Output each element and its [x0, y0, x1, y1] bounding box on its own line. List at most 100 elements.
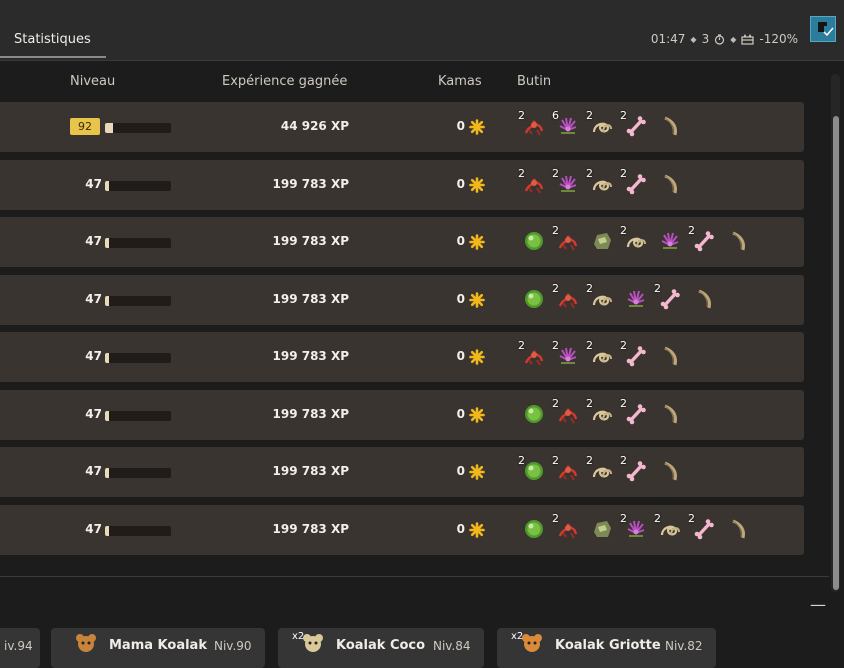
scrollbar-thumb[interactable] [833, 116, 839, 590]
result-row[interactable]: 47 199 783 XP 0 2 2 2 [0, 389, 804, 440]
monster-card[interactable]: Mama Koalak Niv.90 [51, 628, 265, 668]
xp-gained: 199 783 XP [272, 406, 350, 421]
loot-quantity: 2 [620, 454, 627, 467]
loot-item[interactable]: 2 [620, 512, 650, 544]
loot-item[interactable]: 2 [552, 397, 582, 429]
kamas-icon [469, 464, 485, 484]
challenge-icon [741, 33, 754, 45]
loot-item[interactable] [520, 286, 548, 314]
monster-name: Koalak Coco [336, 638, 426, 653]
monster-card[interactable]: iv.94 [0, 628, 40, 668]
loot-item[interactable] [656, 458, 684, 486]
result-row[interactable]: 47 199 783 XP 0 2 2 2 2 [0, 504, 804, 555]
loot-item[interactable]: 2 [552, 282, 582, 314]
kamas-icon [469, 176, 485, 197]
kamas-icon [469, 349, 485, 369]
loot-quantity: 2 [620, 166, 627, 180]
monster-level: Niv.84 [433, 639, 471, 653]
result-row[interactable]: 47 199 783 XP 0 2 2 2 2 [0, 332, 804, 382]
monster-card[interactable]: x2 Koalak Griotte Niv.82 [497, 628, 716, 668]
loot-item[interactable] [656, 113, 684, 141]
tab-statistiques[interactable]: Statistiques [0, 22, 106, 58]
loot-item[interactable] [656, 228, 684, 256]
fight-status: 01:47 ◆ 3 ◆ -120% [651, 32, 798, 46]
loot-item[interactable]: 2 [620, 397, 650, 429]
column-header-xp: Expérience gagnée [222, 74, 348, 89]
kamas-value: 0 [456, 119, 465, 133]
loot-item[interactable]: 2 [688, 224, 718, 256]
loot-item[interactable]: 2 [552, 512, 582, 544]
column-header-kamas: Kamas [438, 74, 482, 89]
result-row[interactable]: 47 199 783 XP 0 2 2 2 [0, 217, 804, 267]
xp-progress-bar [105, 410, 171, 421]
xp-gained: 199 783 XP [272, 291, 350, 306]
monster-multiplier: x2 [292, 631, 305, 642]
top-bar: Statistiques 01:47 ◆ 3 ◆ -120% [0, 0, 844, 61]
loot-item[interactable]: 2 [586, 109, 616, 141]
loot-item[interactable]: 2 [552, 454, 582, 486]
column-header-loot: Butin [517, 74, 552, 89]
collapse-button[interactable]: — [810, 597, 826, 613]
loot-item[interactable] [588, 516, 616, 544]
kamas-value: 0 [456, 349, 465, 363]
result-row[interactable]: 92 44 926 XP 0 2 6 2 2 [0, 102, 804, 152]
loot-item[interactable]: 2 [552, 167, 582, 199]
loot-item[interactable]: 2 [654, 512, 684, 544]
player-avatar[interactable] [810, 16, 836, 42]
loot-item[interactable] [724, 516, 752, 544]
loot-item[interactable]: 2 [620, 454, 650, 486]
loot-item[interactable]: 2 [586, 167, 616, 199]
loot-quantity: 2 [552, 281, 559, 295]
xp-progress-fill [105, 180, 109, 191]
xp-progress-fill [105, 353, 109, 363]
level-value: 47 [85, 349, 102, 363]
turn-count: 3 [701, 32, 710, 46]
loot-item[interactable] [656, 171, 684, 199]
loot-quantity: 2 [552, 166, 559, 180]
loot-item[interactable] [520, 228, 548, 256]
xp-progress-bar [105, 180, 171, 191]
loot-quantity: 6 [552, 109, 559, 122]
result-row[interactable]: 47 199 783 XP 0 2 2 2 [0, 274, 804, 325]
loot-item[interactable] [656, 401, 684, 429]
loot-quantity: 2 [586, 339, 593, 352]
loot-item[interactable]: 2 [518, 167, 548, 199]
monster-card[interactable]: x2 Koalak Coco Niv.84 [278, 628, 484, 668]
loot-item[interactable] [724, 228, 752, 256]
loot-item[interactable]: 2 [688, 512, 718, 544]
monster-name: Koalak Griotte [555, 638, 661, 653]
result-row[interactable]: 47 199 783 XP 0 2 2 2 2 [0, 159, 804, 210]
loot-item[interactable]: 2 [620, 339, 650, 371]
loot-item[interactable]: 2 [552, 339, 582, 371]
column-header-level: Niveau [70, 74, 116, 89]
loot-item[interactable]: 2 [518, 454, 548, 486]
loot-item[interactable]: 2 [620, 167, 650, 199]
kamas-value: 0 [456, 406, 465, 421]
loot-item[interactable] [588, 228, 616, 256]
loot-quantity: 2 [620, 511, 627, 525]
loot-item[interactable] [520, 401, 548, 429]
loot-item[interactable]: 2 [654, 282, 684, 314]
loot-quantity: 2 [552, 339, 559, 352]
result-row[interactable]: 47 199 783 XP 0 2 2 2 2 [0, 447, 804, 497]
loot-item[interactable]: 2 [586, 397, 616, 429]
xp-progress-bar [105, 238, 171, 248]
loot-item[interactable]: 2 [586, 454, 616, 486]
loot-item[interactable] [656, 343, 684, 371]
loot-item[interactable]: 2 [586, 282, 616, 314]
xp-gained: 44 926 XP [280, 119, 349, 133]
loot-quantity: 2 [586, 109, 593, 122]
loot-item[interactable]: 2 [518, 339, 548, 371]
loot-item[interactable]: 2 [620, 224, 650, 256]
loot-item[interactable] [622, 286, 650, 314]
level-value: 47 [85, 464, 102, 478]
loot-item[interactable] [690, 286, 718, 314]
xp-gained: 199 783 XP [272, 464, 350, 478]
loot-item[interactable]: 2 [586, 339, 616, 371]
loot-item[interactable] [520, 516, 548, 544]
loot-item[interactable]: 6 [552, 109, 582, 141]
loot-item[interactable]: 2 [620, 109, 650, 141]
loot-item[interactable]: 2 [518, 109, 548, 141]
loot-item[interactable]: 2 [552, 224, 582, 256]
loot-quantity: 2 [654, 511, 661, 525]
